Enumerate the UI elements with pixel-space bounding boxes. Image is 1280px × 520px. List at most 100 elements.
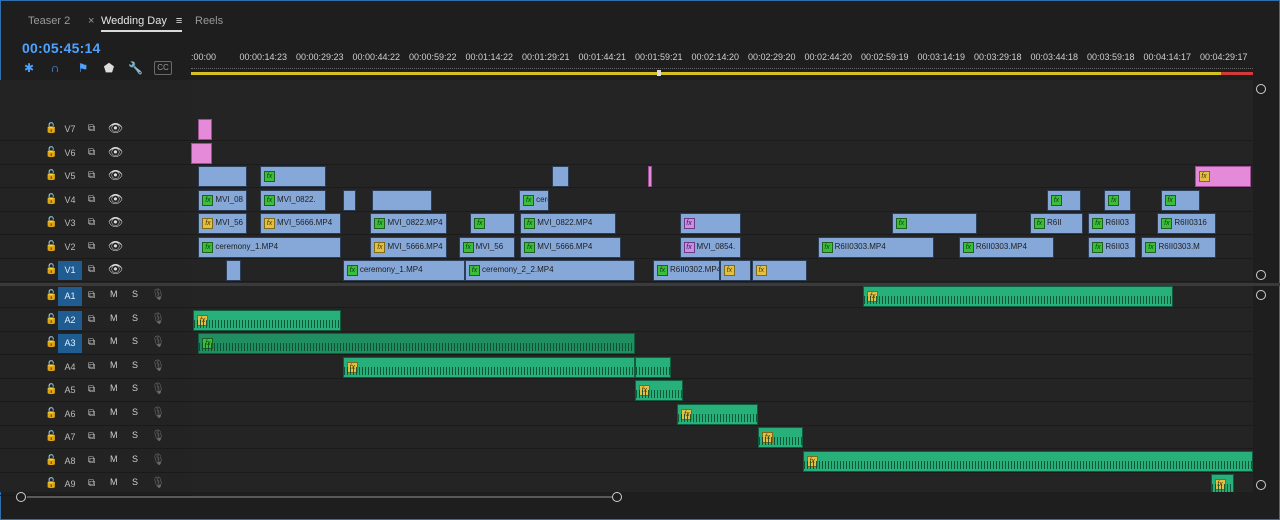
track-name[interactable]: V4: [58, 191, 82, 210]
tab-reels[interactable]: Reels: [195, 8, 223, 34]
sync-lock-icon[interactable]: ⧉: [88, 123, 95, 134]
timeline-clip[interactable]: fx MVI_0822.MP4: [370, 213, 447, 234]
track-name[interactable]: A8: [58, 452, 82, 471]
timeline-clip[interactable]: fx: [1210, 474, 1234, 492]
horizontal-scroll-right-handle[interactable]: [612, 492, 622, 502]
track-name[interactable]: V1: [58, 261, 82, 280]
timeline-clip[interactable]: fx MVI_5666.MP4: [260, 213, 341, 234]
track-lane-a6[interactable]: fx: [191, 403, 1253, 426]
microphone-icon[interactable]: 🎙: [151, 288, 165, 301]
sync-lock-icon[interactable]: ⧉: [88, 241, 95, 252]
lock-icon[interactable]: 🔓: [45, 408, 57, 419]
track-lane-v1[interactable]: fx ceremony_1.MP4 fx ceremony_2_2.MP4 fx R6II…: [191, 259, 1253, 282]
timeline-clip[interactable]: fx ceremony_1.MP4: [198, 236, 341, 258]
lock-icon[interactable]: 🔓: [45, 123, 57, 134]
snap-icon[interactable]: ✱: [22, 61, 36, 75]
track-lane-v4[interactable]: fxMVI_08fxMVI_0822.fxcerefxfxfx: [191, 189, 1253, 212]
vertical-scroll-bottom-handle[interactable]: [1256, 480, 1266, 490]
sync-lock-icon[interactable]: ⧉: [88, 314, 95, 325]
eye-icon[interactable]: 👁: [108, 262, 123, 276]
timeline-clip[interactable]: fx R6II0303.MP4: [958, 236, 1055, 258]
tab-teaser-2[interactable]: Teaser 2: [28, 8, 70, 34]
vertical-scroll-top-handle[interactable]: [1256, 84, 1266, 94]
lock-icon[interactable]: 🔓: [45, 194, 57, 205]
mute-button[interactable]: M: [110, 313, 118, 323]
lock-icon[interactable]: 🔓: [45, 241, 57, 252]
work-area-bar[interactable]: [191, 72, 1253, 75]
track-lane-v2[interactable]: fx ceremony_1.MP4 fx MVI_5666.MP4 fx MVI_56 fx…: [191, 236, 1253, 259]
lock-icon[interactable]: 🔓: [45, 431, 57, 442]
track-lane-v7[interactable]: [191, 118, 1253, 141]
lock-icon[interactable]: 🔓: [45, 170, 57, 181]
timeline-clip[interactable]: [647, 166, 652, 187]
solo-button[interactable]: S: [132, 477, 138, 487]
mute-button[interactable]: M: [110, 360, 118, 370]
track-name[interactable]: V7: [58, 120, 82, 139]
timeline-clip[interactable]: fx: [677, 403, 759, 425]
timeline-clip[interactable]: [226, 260, 241, 281]
mute-button[interactable]: M: [110, 477, 118, 487]
marker-icon[interactable]: ⬟: [102, 61, 116, 75]
timeline-clip[interactable]: fx: [1104, 189, 1131, 211]
track-name[interactable]: V6: [58, 144, 82, 163]
playhead-timecode[interactable]: 00:05:45:14: [22, 40, 100, 56]
track-lane-a8[interactable]: fx: [191, 450, 1253, 473]
track-lane-v6[interactable]: [191, 142, 1253, 165]
microphone-icon[interactable]: 🎙: [151, 359, 165, 372]
timeline-clip[interactable]: [198, 166, 248, 187]
mute-button[interactable]: M: [110, 289, 118, 299]
sync-lock-icon[interactable]: ⧉: [88, 408, 95, 419]
sync-lock-icon[interactable]: ⧉: [88, 147, 95, 158]
mute-button[interactable]: M: [110, 430, 118, 440]
timeline-clip[interactable]: fx MVI_56: [198, 213, 248, 234]
mute-button[interactable]: M: [110, 407, 118, 417]
eye-icon[interactable]: 👁: [108, 121, 123, 135]
timeline-clip[interactable]: fx: [470, 213, 515, 234]
horizontal-scrollbar[interactable]: [0, 492, 1280, 504]
wrench-icon[interactable]: 🔧: [128, 61, 143, 75]
timeline-clip[interactable]: fx: [634, 380, 683, 401]
sync-lock-icon[interactable]: ⧉: [88, 455, 95, 466]
sync-lock-icon[interactable]: ⧉: [88, 384, 95, 395]
lock-icon[interactable]: 🔓: [45, 217, 57, 228]
lock-icon[interactable]: 🔓: [45, 337, 57, 348]
timeline-clip[interactable]: fx MVI_0822.: [260, 189, 326, 211]
timeline-clip[interactable]: fx R6II0303.MP4: [817, 236, 935, 258]
track-name[interactable]: A4: [58, 358, 82, 377]
timeline-clip[interactable]: fx: [198, 333, 635, 354]
time-ruler[interactable]: :00:00 00:00:14:23 00:00:29:23 00:00:44:22 0…: [191, 48, 1253, 78]
track-lane-v5[interactable]: fx fx: [191, 165, 1253, 188]
timeline-tracks[interactable]: fxfxfxMVI_08fxMVI_0822.fxcerefxfxfxfxMVI…: [191, 80, 1253, 492]
lock-icon[interactable]: 🔓: [45, 290, 57, 301]
eye-icon[interactable]: 👁: [108, 168, 123, 182]
timeline-clip[interactable]: fx R6II0303.M: [1141, 236, 1216, 258]
sync-lock-icon[interactable]: ⧉: [88, 478, 95, 489]
solo-button[interactable]: S: [132, 407, 138, 417]
sync-lock-icon[interactable]: ⧉: [88, 337, 95, 348]
solo-button[interactable]: S: [132, 383, 138, 393]
track-name[interactable]: A3: [58, 334, 82, 353]
track-lane-a3[interactable]: fx: [191, 332, 1253, 355]
timeline-clip[interactable]: fx MVI_5666.MP4: [370, 236, 447, 258]
timeline-clip[interactable]: fx R6II03: [1088, 213, 1137, 234]
timeline-clip[interactable]: fx: [342, 356, 635, 378]
solo-button[interactable]: S: [132, 336, 138, 346]
timeline-clip[interactable]: fx MVI_0822.MP4: [520, 213, 616, 234]
timeline-clip[interactable]: fx MVI_08: [198, 189, 248, 211]
timeline-clip[interactable]: fx: [1046, 189, 1081, 211]
track-lane-a4[interactable]: fx: [191, 356, 1253, 379]
tab-close-button[interactable]: ×: [88, 8, 94, 34]
sync-lock-icon[interactable]: ⧉: [88, 194, 95, 205]
solo-button[interactable]: S: [132, 313, 138, 323]
sync-lock-icon[interactable]: ⧉: [88, 264, 95, 275]
timeline-clip[interactable]: fx: [758, 427, 803, 448]
timeline-clip[interactable]: fx: [863, 286, 1174, 307]
timeline-clip[interactable]: fx: [1194, 166, 1251, 187]
lock-icon[interactable]: 🔓: [45, 361, 57, 372]
sync-lock-icon[interactable]: ⧉: [88, 361, 95, 372]
eye-icon[interactable]: 👁: [108, 215, 123, 229]
track-name[interactable]: A6: [58, 405, 82, 424]
microphone-icon[interactable]: 🎙: [151, 382, 165, 395]
timeline-clip[interactable]: [191, 142, 213, 164]
mute-button[interactable]: M: [110, 454, 118, 464]
